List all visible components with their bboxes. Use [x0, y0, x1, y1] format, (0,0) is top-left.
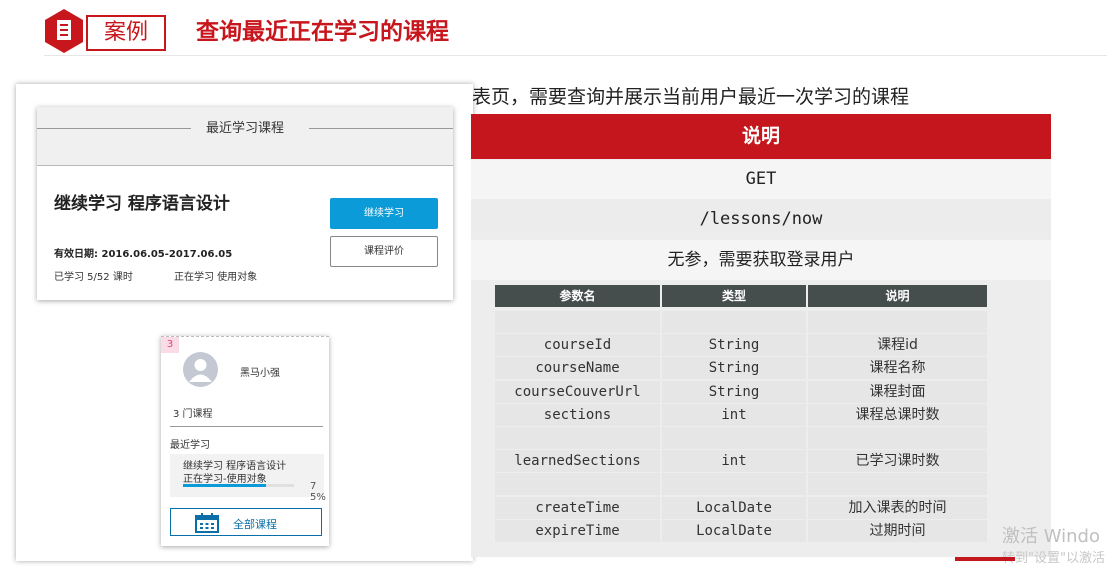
column-header: 参数名 [495, 285, 660, 307]
table-cell: 课程总课时数 [808, 403, 987, 426]
table-row: courseCouverUrl String 课程封面 [495, 380, 987, 403]
table-cell: 课程名称 [808, 357, 987, 380]
calendar-icon [195, 513, 219, 533]
activation-watermark: 激活 Windo [1002, 526, 1100, 547]
table-row: sections int 课程总课时数 [495, 403, 987, 426]
valid-date: 有效日期: 2016.06.05-2017.06.05 [54, 249, 233, 260]
accent-bar [955, 557, 1015, 561]
column-header: 说明 [808, 285, 987, 307]
table-row: createTime LocalDate 加入课表的时间 [495, 496, 987, 519]
progress-percent: 75% [310, 481, 326, 503]
table-cell: LocalDate [662, 519, 806, 542]
recent-course-status: 正在学习-使用对象 [183, 474, 267, 485]
user-name: 黑马小强 [240, 368, 280, 379]
table-row [495, 427, 987, 449]
table-cell: 加入课表的时间 [808, 496, 987, 519]
table-row [495, 473, 987, 496]
table-cell: sections [495, 403, 660, 426]
user-summary-card: 3 黑马小强 3 门课程 最近学习 继续学习 程序语言设计 正在学习-使用对象 … [161, 336, 329, 546]
request-path: /lessons/now [471, 200, 1051, 239]
continue-learning-button[interactable]: 继续学习 [330, 198, 438, 229]
table-cell [662, 473, 806, 496]
table-cell: createTime [495, 496, 660, 519]
card-header-area: 最近学习课程 [37, 107, 453, 166]
table-cell: LocalDate [662, 496, 806, 519]
table-cell: String [662, 380, 806, 403]
table-header-row: 参数名 类型 说明 [495, 285, 987, 307]
recent-learning-label: 最近学习 [170, 440, 210, 451]
table-cell: 已学习课时数 [808, 450, 987, 473]
requirement-description: 表页，需要查询并展示当前用户最近一次学习的课程 [472, 86, 910, 108]
course-title: 继续学习 程序语言设计 [54, 194, 230, 214]
table-row: courseName String 课程名称 [495, 357, 987, 380]
status-text: 正在学习 使用对象 [174, 272, 258, 283]
case-tag: 案例 [86, 15, 166, 51]
progress-bar-fill [183, 484, 267, 487]
avatar [183, 352, 218, 387]
table-cell: 过期时间 [808, 519, 987, 542]
table-cell [808, 427, 987, 449]
table-row: learnedSections int 已学习课时数 [495, 450, 987, 473]
card-heading: 最近学习课程 [205, 121, 284, 136]
table-cell [808, 473, 987, 496]
table-cell: String [662, 334, 806, 357]
table-cell: 课程封面 [808, 380, 987, 403]
user-icon [189, 359, 212, 382]
all-courses-label: 全部课程 [233, 518, 277, 531]
case-logo-icon [45, 9, 83, 53]
table-row: courseId String 课程id [495, 334, 987, 357]
table-row: expireTime LocalDate 过期时间 [495, 519, 987, 542]
progress-bar [183, 484, 294, 487]
table-cell: learnedSections [495, 450, 660, 473]
course-review-button[interactable]: 课程评价 [330, 236, 438, 267]
header-divider [44, 55, 1107, 56]
table-cell: courseId [495, 334, 660, 357]
table-cell [808, 311, 987, 333]
activation-watermark-sub: 转到"设置"以激活 [1002, 551, 1105, 566]
table-cell: courseName [495, 357, 660, 380]
request-method: GET [471, 160, 1051, 199]
request-params: 无参，需要获取登录用户 [471, 240, 1051, 280]
progress-text: 已学习 5/52 课时 [54, 272, 133, 283]
table-cell [662, 311, 806, 333]
course-count: 3 门课程 [173, 409, 213, 420]
table-cell [495, 311, 660, 333]
page-title: 查询最近正在学习的课程 [196, 19, 449, 45]
table-cell: int [662, 450, 806, 473]
spec-header: 说明 [471, 114, 1051, 159]
recent-course-item[interactable]: 继续学习 程序语言设计 正在学习-使用对象 75% [170, 454, 326, 503]
column-header: 类型 [662, 285, 806, 307]
table-cell: expireTime [495, 519, 660, 542]
table-cell: int [662, 403, 806, 426]
table-cell: String [662, 357, 806, 380]
all-courses-button[interactable]: 全部课程 [170, 508, 322, 536]
table-cell: courseCouverUrl [495, 380, 660, 403]
table-cell: 课程id [808, 334, 987, 357]
table-row [495, 311, 987, 333]
recent-course-card: 最近学习课程 继续学习 程序语言设计 有效日期: 2016.06.05-2017… [37, 107, 453, 300]
table-cell [495, 427, 660, 449]
divider [170, 426, 323, 427]
table-cell [662, 427, 806, 449]
table-cell [495, 473, 660, 496]
step-badge: 3 [161, 337, 179, 353]
